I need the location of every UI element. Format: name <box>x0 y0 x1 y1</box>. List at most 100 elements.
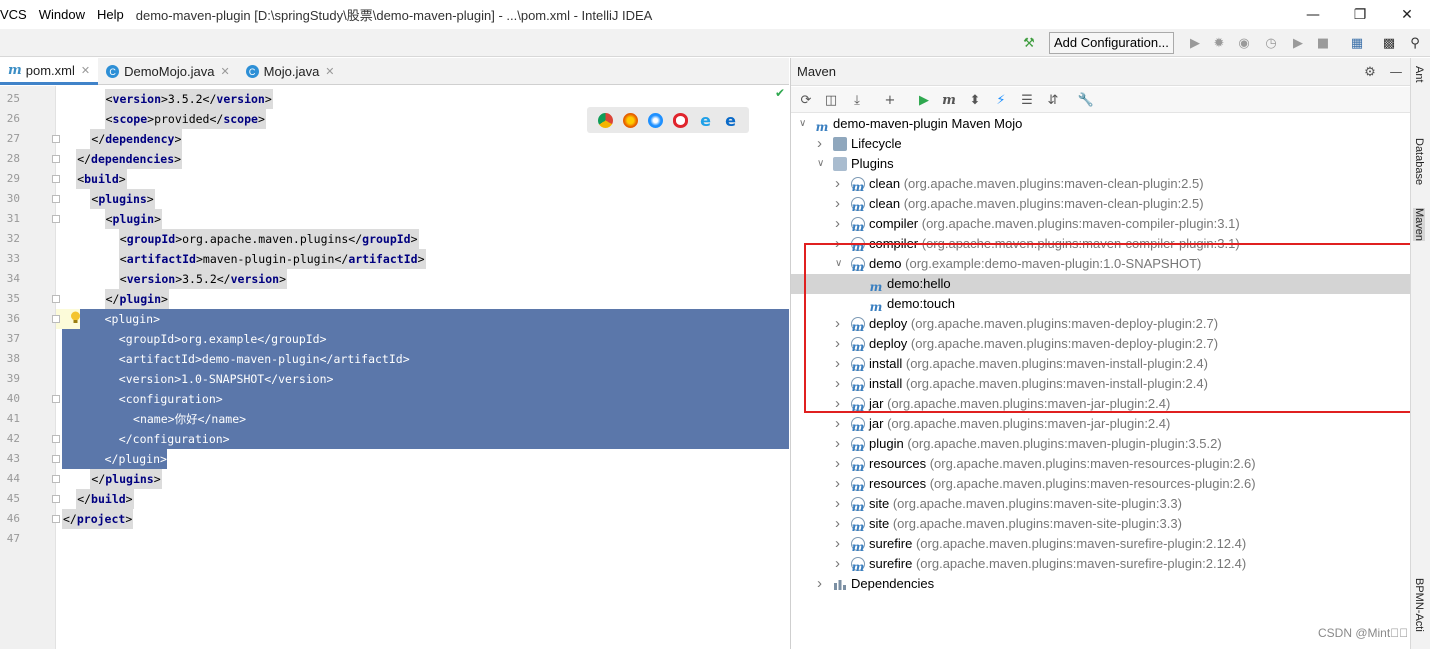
tab-mojo-java[interactable]: C Mojo.java ✕ <box>238 58 343 85</box>
tree-node[interactable]: m demo:touch <box>791 294 1411 314</box>
terminal-icon[interactable]: ▩ <box>1380 34 1398 52</box>
close-icon[interactable]: ✕ <box>220 65 229 78</box>
chevron-right-icon[interactable]: › <box>835 534 845 554</box>
fold-marker-icon[interactable] <box>52 315 60 323</box>
add-icon[interactable]: + <box>881 91 899 109</box>
menu-help[interactable]: Help <box>91 0 130 29</box>
close-icon[interactable]: ✕ <box>325 65 334 78</box>
close-icon[interactable]: ✕ <box>81 64 90 77</box>
database-tool-button[interactable]: Database <box>1413 138 1425 185</box>
run-icon[interactable]: ▶ <box>1186 34 1204 52</box>
fold-marker-icon[interactable] <box>52 295 60 303</box>
menu-window[interactable]: Window <box>33 0 91 29</box>
run-icon[interactable]: ▶ <box>915 91 933 109</box>
code-line[interactable]: 45 </build> <box>0 489 789 509</box>
tree-node[interactable]: › m resources (org.apache.maven.plugins:ma… <box>791 454 1411 474</box>
maximize-icon[interactable]: ❐ <box>1337 0 1383 29</box>
tree-node[interactable]: › m clean (org.apache.maven.plugins:maven-… <box>791 174 1411 194</box>
stop-icon[interactable]: ■ <box>1314 34 1332 52</box>
reload-icon[interactable]: ⟳ <box>797 91 815 109</box>
coverage-icon[interactable]: ◉ <box>1235 34 1253 52</box>
execute-goal-icon[interactable]: m <box>940 91 958 109</box>
chevron-down-icon[interactable]: ∨ <box>835 254 845 274</box>
bpmn-tool-button[interactable]: BPMN-Acti <box>1413 578 1425 632</box>
code-line[interactable]: 38 <artifactId>demo-maven-plugin</artifac… <box>0 349 789 369</box>
code-line[interactable]: 26 <scope>provided</scope> <box>0 109 789 129</box>
minimize-panel-icon[interactable]: — <box>1387 63 1405 81</box>
code-line[interactable]: 25 <version>3.5.2</version> <box>0 89 789 109</box>
code-line[interactable]: 37 <groupId>org.example</groupId> <box>0 329 789 349</box>
tab-demomojo-java[interactable]: C DemoMojo.java ✕ <box>98 58 238 85</box>
chevron-right-icon[interactable]: › <box>817 134 827 154</box>
code-line[interactable]: 30 <plugins> <box>0 189 789 209</box>
chevron-right-icon[interactable]: › <box>835 454 845 474</box>
chevron-right-icon[interactable]: › <box>835 374 845 394</box>
tree-node[interactable]: › m jar (org.apache.maven.plugins:maven-ja… <box>791 414 1411 434</box>
chevron-right-icon[interactable]: › <box>835 354 845 374</box>
fold-marker-icon[interactable] <box>52 215 60 223</box>
chevron-right-icon[interactable]: › <box>835 174 845 194</box>
fold-marker-icon[interactable] <box>52 175 60 183</box>
tree-node[interactable]: › m site (org.apache.maven.plugins:maven-s… <box>791 514 1411 534</box>
fold-marker-icon[interactable] <box>52 495 60 503</box>
tree-node[interactable]: ∨ m demo (org.example:demo-maven-plugin:1.… <box>791 254 1411 274</box>
close-icon[interactable]: ✕ <box>1384 0 1430 29</box>
profile-icon[interactable]: ◷ <box>1262 34 1280 52</box>
tree-node[interactable]: › m plugin (org.apache.maven.plugins:maven… <box>791 434 1411 454</box>
tree-node[interactable]: › m deploy (org.apache.maven.plugins:maven… <box>791 314 1411 334</box>
tree-node[interactable]: › m resources (org.apache.maven.plugins:ma… <box>791 474 1411 494</box>
chevron-right-icon[interactable]: › <box>817 574 827 594</box>
wrench-icon[interactable]: 🔧 <box>1077 91 1095 109</box>
ant-tool-button[interactable]: Ant <box>1413 66 1425 83</box>
code-line[interactable]: 31 <plugin> <box>0 209 789 229</box>
reimport-folder-icon[interactable]: ◫ <box>822 91 840 109</box>
chevron-right-icon[interactable]: › <box>835 334 845 354</box>
fold-marker-icon[interactable] <box>52 195 60 203</box>
code-line[interactable]: 47 <box>0 529 789 549</box>
code-line[interactable]: 43 </plugin> <box>0 449 789 469</box>
gear-icon[interactable]: ⚙ <box>1361 63 1379 81</box>
download-icon[interactable]: ⤓ <box>848 91 866 109</box>
code-line[interactable]: 34 <version>3.5.2</version> <box>0 269 789 289</box>
intention-bulb-icon[interactable] <box>70 311 81 325</box>
maven-tool-button[interactable]: Maven <box>1413 208 1425 242</box>
fold-marker-icon[interactable] <box>52 135 60 143</box>
fold-marker-icon[interactable] <box>52 435 60 443</box>
code-line[interactable]: 33 <artifactId>maven-plugin-plugin</artif… <box>0 249 789 269</box>
code-line[interactable]: 35 </plugin> <box>0 289 789 309</box>
debug-icon[interactable]: ✹ <box>1210 34 1228 52</box>
code-line[interactable]: 32 <groupId>org.apache.maven.plugins</gro… <box>0 229 789 249</box>
chevron-right-icon[interactable]: › <box>835 434 845 454</box>
tree-node[interactable]: ∨ m demo-maven-plugin Maven Mojo <box>791 114 1411 134</box>
code-line[interactable]: 36 <plugin> <box>0 309 789 329</box>
tree-node[interactable]: › Dependencies <box>791 574 1411 594</box>
fold-marker-icon[interactable] <box>52 395 60 403</box>
tree-node[interactable]: › Lifecycle <box>791 134 1411 154</box>
chevron-right-icon[interactable]: › <box>835 194 845 214</box>
chevron-right-icon[interactable]: › <box>835 414 845 434</box>
tree-node[interactable]: ∨ Plugins <box>791 154 1411 174</box>
project-structure-icon[interactable]: ▦ <box>1348 34 1366 52</box>
search-icon[interactable]: ⚲ <box>1406 34 1424 52</box>
chevron-right-icon[interactable]: › <box>835 494 845 514</box>
code-editor[interactable]: e e ✔ 25 <version>3.5.2</version> 26 <scope… <box>0 86 789 649</box>
run-dropdown-icon[interactable]: ▶ <box>1289 34 1307 52</box>
code-line[interactable]: 40 <configuration> <box>0 389 789 409</box>
chevron-down-icon[interactable]: ∨ <box>799 114 809 134</box>
code-line[interactable]: 27 </dependency> <box>0 129 789 149</box>
toggle-offline-icon[interactable]: ⬍ <box>966 91 984 109</box>
code-line[interactable]: 41 <name>你好</name> <box>0 409 789 429</box>
show-dependencies-icon[interactable]: ☰ <box>1018 91 1036 109</box>
skip-tests-icon[interactable]: ⚡ <box>992 91 1010 109</box>
fold-marker-icon[interactable] <box>52 155 60 163</box>
code-line[interactable]: 42 </configuration> <box>0 429 789 449</box>
tree-node[interactable]: m demo:hello <box>791 274 1411 294</box>
fold-marker-icon[interactable] <box>52 455 60 463</box>
build-hammer-icon[interactable]: ⚒ <box>1020 34 1038 52</box>
chevron-right-icon[interactable]: › <box>835 554 845 574</box>
tree-node[interactable]: › m install (org.apache.maven.plugins:mave… <box>791 374 1411 394</box>
chevron-down-icon[interactable]: ∨ <box>817 154 827 174</box>
chevron-right-icon[interactable]: › <box>835 474 845 494</box>
chevron-right-icon[interactable]: › <box>835 514 845 534</box>
tree-node[interactable]: › m compiler (org.apache.maven.plugins:mav… <box>791 234 1411 254</box>
